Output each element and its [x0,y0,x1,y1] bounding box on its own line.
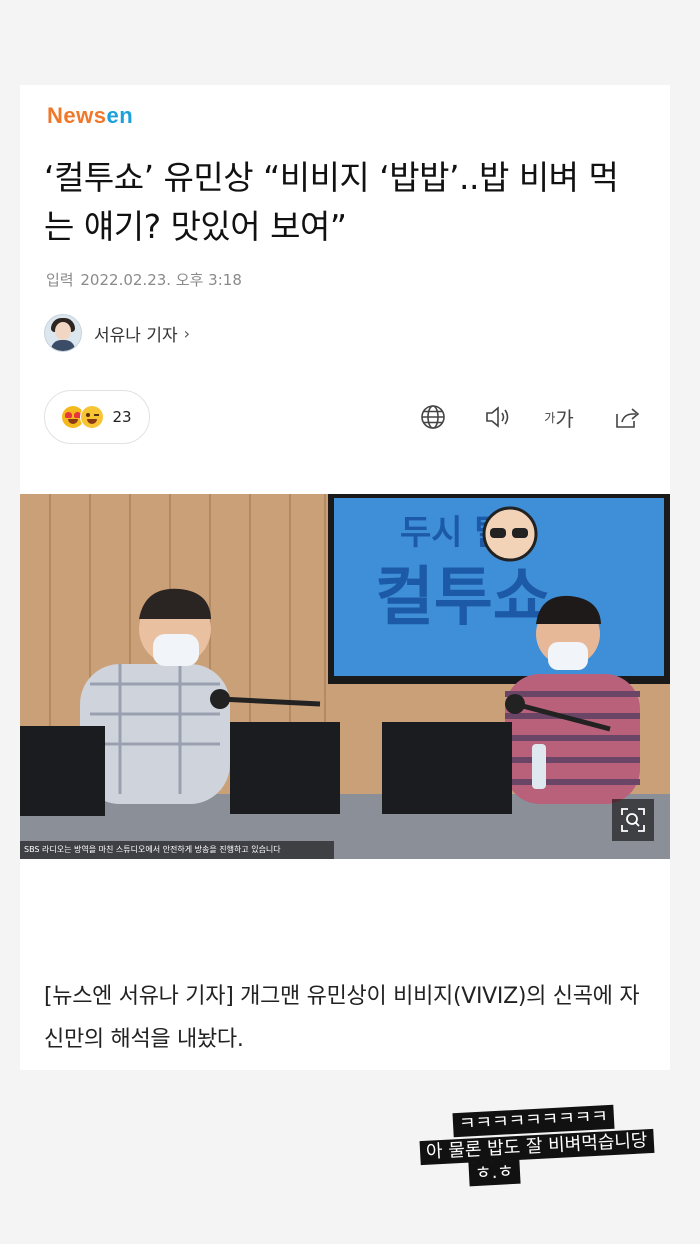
article-title: ‘컬투쇼’ 유민상 “비비지 ‘밥밥’..밥 비벼 먹는 얘기? 맛있어 보여” [44,158,619,246]
reaction-count: 23 [112,408,132,426]
reporter-avatar [44,314,82,352]
font-size-small-label: 가 [544,410,556,425]
chevron-right-icon: › [183,323,191,343]
date-label: 입력 [46,271,74,289]
font-size-icon[interactable]: 가가 [541,403,577,431]
article-card: Newsen ‘컬투쇼’ 유민상 “비비지 ‘밥밥’..밥 비벼 먹는 얘기? … [20,85,670,1070]
wink-emoji-icon [80,405,105,429]
article-toolbar: 23 가가 [44,390,644,444]
logo-letters-ews: ews [63,103,107,128]
sticker-text-3: ㅎ.ㅎ [468,1159,521,1187]
screen-text-main: 컬투쇼 [375,561,552,635]
share-icon[interactable] [613,403,641,431]
logo-letter-n: N [47,103,64,128]
font-size-large-label: 가 [555,406,574,431]
reporter-link[interactable]: 서유나 기자 › [44,313,190,353]
article-body: [뉴스엔 서유나 기자] 개그맨 유민상이 비비지(VIVIZ)의 신곡에 자신… [44,984,640,1052]
speaker-icon[interactable] [484,403,512,431]
story-stickers: ㅋㅋㅋㅋㅋㅋㅋㅋㅋ 아 물론 밥도 잘 비벼먹습니당 ㅎ.ㅎ [419,1104,655,1187]
globe-icon[interactable] [419,403,447,431]
zoom-icon[interactable] [612,799,654,841]
article-photo[interactable]: 두시 탈출 컬투쇼 SBS 라디오는 방역을 마친 스튜디오에서 안전하게 방송… [20,494,670,859]
newsen-logo[interactable]: Newsen [47,103,133,129]
date-value: 2022.02.23. 오후 3:18 [80,271,242,289]
reporter-name: 서유나 기자 [94,325,178,346]
photo-caption: SBS 라디오는 방역을 마친 스튜디오에서 안전하게 방송을 진행하고 있습니… [20,841,334,859]
reaction-button[interactable]: 23 [44,390,150,444]
article-dateline: 입력 2022.02.23. 오후 3:18 [46,269,242,290]
logo-letters-en: en [106,103,134,128]
